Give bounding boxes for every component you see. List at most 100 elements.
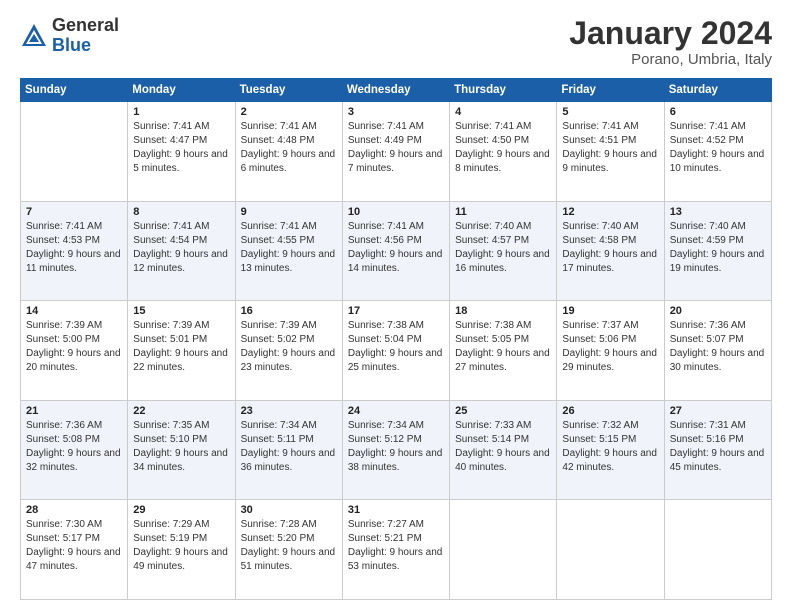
calendar-week-row: 14 Sunrise: 7:39 AMSunset: 5:00 PMDayligh… — [21, 301, 772, 401]
logo-blue-text: Blue — [52, 35, 91, 55]
calendar-day-header: Thursday — [450, 79, 557, 102]
calendar-day-header: Friday — [557, 79, 664, 102]
day-info: Sunrise: 7:35 AMSunset: 5:10 PMDaylight:… — [133, 419, 229, 475]
calendar-day-header: Sunday — [21, 79, 128, 102]
day-info: Sunrise: 7:41 AMSunset: 4:55 PMDaylight:… — [241, 220, 337, 276]
day-number: 26 — [562, 405, 658, 417]
day-info: Sunrise: 7:31 AMSunset: 5:16 PMDaylight:… — [670, 419, 766, 475]
calendar-day-cell: 27 Sunrise: 7:31 AMSunset: 5:16 PMDayligh… — [664, 400, 771, 500]
logo-icon — [20, 22, 48, 50]
day-info: Sunrise: 7:41 AMSunset: 4:49 PMDaylight:… — [348, 120, 444, 176]
day-number: 15 — [133, 305, 229, 317]
day-info: Sunrise: 7:41 AMSunset: 4:52 PMDaylight:… — [670, 120, 766, 176]
calendar-day-cell: 29Sunrise: 7:29 AMSunset: 5:19 PMDayligh… — [128, 500, 235, 600]
day-info: Sunrise: 7:40 AMSunset: 4:58 PMDaylight:… — [562, 220, 658, 276]
calendar-day-cell: 7 Sunrise: 7:41 AMSunset: 4:53 PMDaylight… — [21, 201, 128, 301]
day-number: 17 — [348, 305, 444, 317]
calendar-day-cell: 4 Sunrise: 7:41 AMSunset: 4:50 PMDaylight… — [450, 102, 557, 202]
day-info: Sunrise: 7:41 AMSunset: 4:56 PMDaylight:… — [348, 220, 444, 276]
calendar-day-cell: 5 Sunrise: 7:41 AMSunset: 4:51 PMDaylight… — [557, 102, 664, 202]
page: General Blue January 2024 Porano, Umbria… — [0, 0, 792, 612]
day-number: 14 — [26, 305, 122, 317]
day-number: 8 — [133, 206, 229, 218]
day-number: 18 — [455, 305, 551, 317]
day-number: 25 — [455, 405, 551, 417]
day-info: Sunrise: 7:39 AMSunset: 5:00 PMDaylight:… — [26, 319, 122, 375]
day-number: 9 — [241, 206, 337, 218]
calendar-day-cell: 26 Sunrise: 7:32 AMSunset: 5:15 PMDayligh… — [557, 400, 664, 500]
day-number: 4 — [455, 106, 551, 118]
calendar-day-cell: 30Sunrise: 7:28 AMSunset: 5:20 PMDayligh… — [235, 500, 342, 600]
calendar-day-cell: 11 Sunrise: 7:40 AMSunset: 4:57 PMDayligh… — [450, 201, 557, 301]
calendar-day-cell: 21Sunrise: 7:36 AMSunset: 5:08 PMDayligh… — [21, 400, 128, 500]
day-number: 22 — [133, 405, 229, 417]
day-info: Sunrise: 7:38 AMSunset: 5:04 PMDaylight:… — [348, 319, 444, 375]
day-info: Sunrise: 7:41 AMSunset: 4:53 PMDaylight:… — [26, 220, 122, 276]
day-number: 2 — [241, 106, 337, 118]
calendar-day-header: Tuesday — [235, 79, 342, 102]
calendar-day-cell: 19Sunrise: 7:37 AMSunset: 5:06 PMDayligh… — [557, 301, 664, 401]
day-info: Sunrise: 7:37 AMSunset: 5:06 PMDaylight:… — [562, 319, 658, 375]
calendar-day-cell — [21, 102, 128, 202]
header: General Blue January 2024 Porano, Umbria… — [20, 16, 772, 68]
day-number: 6 — [670, 106, 766, 118]
day-number: 31 — [348, 504, 444, 516]
day-info: Sunrise: 7:41 AMSunset: 4:47 PMDaylight:… — [133, 120, 229, 176]
title-block: January 2024 Porano, Umbria, Italy — [569, 16, 772, 68]
calendar-day-cell: 28 Sunrise: 7:30 AMSunset: 5:17 PMDayligh… — [21, 500, 128, 600]
day-number: 20 — [670, 305, 766, 317]
day-info: Sunrise: 7:34 AMSunset: 5:11 PMDaylight:… — [241, 419, 337, 475]
calendar-header-row: SundayMondayTuesdayWednesdayThursdayFrid… — [21, 79, 772, 102]
calendar-day-cell — [450, 500, 557, 600]
calendar-week-row: 1Sunrise: 7:41 AMSunset: 4:47 PMDaylight… — [21, 102, 772, 202]
calendar-day-cell: 12 Sunrise: 7:40 AMSunset: 4:58 PMDayligh… — [557, 201, 664, 301]
calendar-day-cell: 22 Sunrise: 7:35 AMSunset: 5:10 PMDayligh… — [128, 400, 235, 500]
calendar-day-header: Wednesday — [342, 79, 449, 102]
calendar-day-cell — [664, 500, 771, 600]
calendar-day-cell: 15 Sunrise: 7:39 AMSunset: 5:01 PMDayligh… — [128, 301, 235, 401]
day-info: Sunrise: 7:36 AMSunset: 5:07 PMDaylight:… — [670, 319, 766, 375]
day-info: Sunrise: 7:40 AMSunset: 4:57 PMDaylight:… — [455, 220, 551, 276]
calendar-day-cell — [557, 500, 664, 600]
day-number: 7 — [26, 206, 122, 218]
day-info: Sunrise: 7:39 AMSunset: 5:01 PMDaylight:… — [133, 319, 229, 375]
day-number: 11 — [455, 206, 551, 218]
day-number: 21 — [26, 405, 122, 417]
day-info: Sunrise: 7:38 AMSunset: 5:05 PMDaylight:… — [455, 319, 551, 375]
day-number: 27 — [670, 405, 766, 417]
day-number: 5 — [562, 106, 658, 118]
day-number: 24 — [348, 405, 444, 417]
page-subtitle: Porano, Umbria, Italy — [569, 51, 772, 68]
day-info: Sunrise: 7:28 AMSunset: 5:20 PMDaylight:… — [241, 518, 337, 574]
day-info: Sunrise: 7:41 AMSunset: 4:50 PMDaylight:… — [455, 120, 551, 176]
day-info: Sunrise: 7:33 AMSunset: 5:14 PMDaylight:… — [455, 419, 551, 475]
calendar-day-cell: 20 Sunrise: 7:36 AMSunset: 5:07 PMDayligh… — [664, 301, 771, 401]
day-info: Sunrise: 7:27 AMSunset: 5:21 PMDaylight:… — [348, 518, 444, 574]
logo-general-text: General — [52, 15, 119, 35]
calendar-day-cell: 23 Sunrise: 7:34 AMSunset: 5:11 PMDayligh… — [235, 400, 342, 500]
day-info: Sunrise: 7:41 AMSunset: 4:51 PMDaylight:… — [562, 120, 658, 176]
calendar-day-cell: 1Sunrise: 7:41 AMSunset: 4:47 PMDaylight… — [128, 102, 235, 202]
day-number: 12 — [562, 206, 658, 218]
day-number: 13 — [670, 206, 766, 218]
calendar-week-row: 21Sunrise: 7:36 AMSunset: 5:08 PMDayligh… — [21, 400, 772, 500]
day-info: Sunrise: 7:30 AMSunset: 5:17 PMDaylight:… — [26, 518, 122, 574]
calendar-day-cell: 8Sunrise: 7:41 AMSunset: 4:54 PMDaylight… — [128, 201, 235, 301]
calendar-day-cell: 17 Sunrise: 7:38 AMSunset: 5:04 PMDayligh… — [342, 301, 449, 401]
calendar-day-cell: 9 Sunrise: 7:41 AMSunset: 4:55 PMDaylight… — [235, 201, 342, 301]
day-info: Sunrise: 7:41 AMSunset: 4:48 PMDaylight:… — [241, 120, 337, 176]
day-info: Sunrise: 7:32 AMSunset: 5:15 PMDaylight:… — [562, 419, 658, 475]
calendar-day-cell: 25 Sunrise: 7:33 AMSunset: 5:14 PMDayligh… — [450, 400, 557, 500]
calendar-day-cell: 2 Sunrise: 7:41 AMSunset: 4:48 PMDaylight… — [235, 102, 342, 202]
calendar-day-cell: 3Sunrise: 7:41 AMSunset: 4:49 PMDaylight… — [342, 102, 449, 202]
day-number: 28 — [26, 504, 122, 516]
calendar-day-cell: 31 Sunrise: 7:27 AMSunset: 5:21 PMDayligh… — [342, 500, 449, 600]
day-number: 10 — [348, 206, 444, 218]
logo: General Blue — [20, 16, 119, 56]
day-number: 29 — [133, 504, 229, 516]
calendar-day-header: Saturday — [664, 79, 771, 102]
calendar-day-cell: 13Sunrise: 7:40 AMSunset: 4:59 PMDayligh… — [664, 201, 771, 301]
day-number: 16 — [241, 305, 337, 317]
day-number: 23 — [241, 405, 337, 417]
calendar-day-cell: 16Sunrise: 7:39 AMSunset: 5:02 PMDayligh… — [235, 301, 342, 401]
